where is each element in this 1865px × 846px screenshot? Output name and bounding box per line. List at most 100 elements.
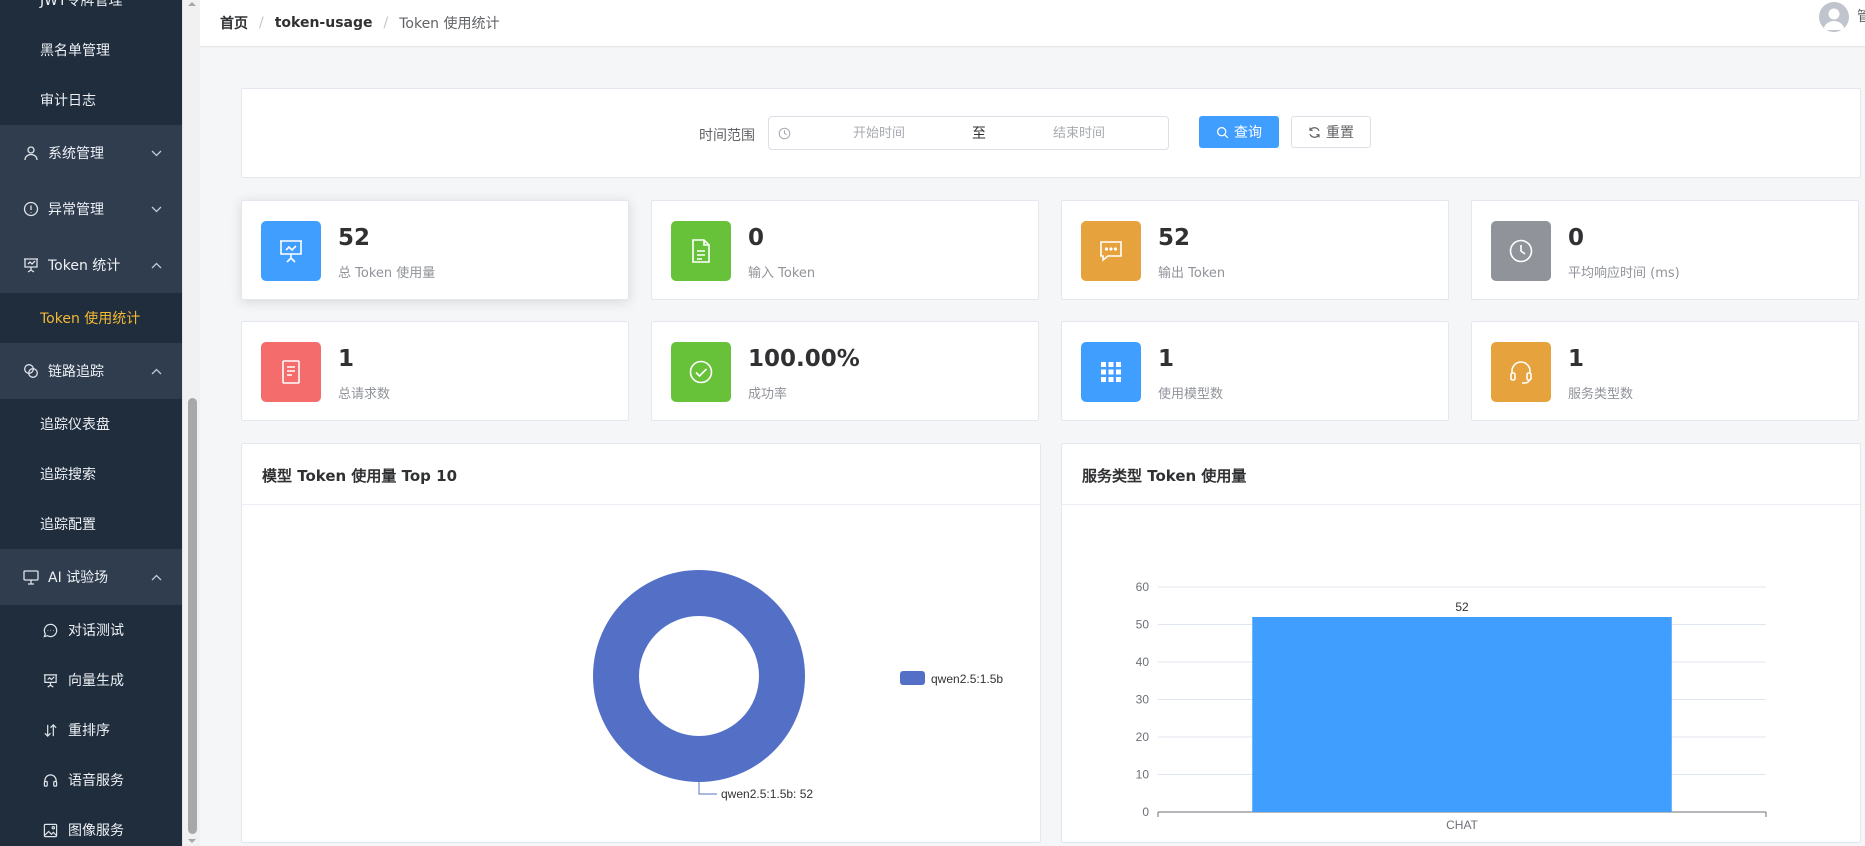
pie-slice (593, 570, 805, 782)
user-name[interactable]: 管 (1857, 6, 1865, 26)
sidebar-item-label: 图像服务 (68, 823, 124, 839)
document-icon (671, 221, 731, 281)
sidebar-scrollbar[interactable] (182, 0, 200, 846)
sidebar-group-label: AI 试验场 (48, 570, 109, 586)
scroll-down-arrow-icon[interactable] (188, 839, 196, 843)
y-tick-label: 50 (1136, 618, 1150, 632)
sidebar-group-label: 链路追踪 (48, 364, 104, 380)
sidebar-item-trace-dashboard[interactable]: 追踪仪表盘 (0, 399, 182, 449)
stat-value: 100.00% (748, 346, 860, 372)
sidebar-item-blacklist[interactable]: 黑名单管理 (0, 25, 182, 75)
headset-icon (1491, 342, 1551, 402)
sort-icon (42, 722, 58, 738)
user-icon (22, 144, 40, 162)
stat-label: 输出 Token (1158, 266, 1226, 281)
sidebar-item-trace-config[interactable]: 追踪配置 (0, 499, 182, 549)
sidebar-item-embedding[interactable]: 向量生成 (0, 655, 182, 705)
sidebar-item-audit-log[interactable]: 审计日志 (0, 75, 182, 125)
start-time-input[interactable] (799, 125, 959, 141)
sidebar-item-token-usage[interactable]: Token 使用统计 (0, 293, 182, 343)
pie-slice-label: qwen2.5:1.5b: 52 (721, 787, 813, 801)
y-tick-label: 60 (1136, 580, 1150, 594)
sidebar-group-label: 系统管理 (48, 146, 104, 162)
chevron-down-icon (150, 147, 162, 159)
stat-value: 52 (1158, 225, 1191, 251)
stat-card-output-tokens: 52 输出 Token (1061, 200, 1449, 300)
sidebar-item-chat-test[interactable]: 对话测试 (0, 605, 182, 655)
stat-value: 1 (1158, 346, 1175, 372)
breadcrumb-home[interactable]: 首页 (220, 13, 248, 33)
stat-value: 1 (1568, 346, 1585, 372)
sidebar-item-label: 追踪仪表盘 (40, 417, 110, 433)
breadcrumb-current: Token 使用统计 (399, 16, 500, 32)
sidebar-item-trace-search[interactable]: 追踪搜索 (0, 449, 182, 499)
stat-value: 52 (338, 225, 371, 251)
sidebar-group-system[interactable]: 系统管理 (0, 125, 182, 181)
sidebar-item-label: 重排序 (68, 723, 110, 739)
sidebar-item-label: 向量生成 (68, 673, 124, 689)
sidebar-item-label: 审计日志 (40, 93, 96, 109)
stat-card-success-rate: 100.00% 成功率 (651, 321, 1039, 421)
stat-card-input-tokens: 0 输入 Token (651, 200, 1039, 300)
sidebar-group-exception[interactable]: 异常管理 (0, 181, 182, 237)
stat-label: 总 Token 使用量 (338, 266, 436, 281)
y-tick-label: 0 (1142, 805, 1149, 819)
sidebar-item-label: 追踪配置 (40, 517, 96, 533)
chart-title: 服务类型 Token 使用量 (1082, 467, 1247, 485)
avatar[interactable] (1819, 2, 1849, 32)
chat-dots-icon (1081, 221, 1141, 281)
service-token-chart-card: 服务类型 Token 使用量 0 10 20 30 40 50 60 52 CHAT (1061, 443, 1861, 843)
main-content: 时间范围 至 查询 重置 52 总 Token 使用量 0 输入 Token 5… (200, 48, 1865, 846)
pie-label-line (698, 782, 717, 795)
clock-icon (1491, 221, 1551, 281)
stat-label: 平均响应时间 (ms) (1568, 266, 1680, 281)
stat-label: 使用模型数 (1158, 387, 1224, 402)
sidebar-group-ai-playground[interactable]: AI 试验场 (0, 549, 182, 605)
chevron-down-icon (150, 203, 162, 215)
y-tick-label: 40 (1136, 655, 1150, 669)
sidebar-item-rerank[interactable]: 重排序 (0, 705, 182, 755)
breadcrumb-token-usage[interactable]: token-usage (275, 15, 373, 31)
chevron-up-icon (150, 365, 162, 377)
sidebar-item-label: 黑名单管理 (40, 43, 110, 59)
sidebar-item-label: JWT令牌管理 (40, 0, 123, 9)
scroll-up-arrow-icon[interactable] (188, 2, 196, 6)
sidebar-item-label: 追踪搜索 (40, 467, 96, 483)
alert-circle-icon (22, 200, 40, 218)
stat-card-total-tokens: 52 总 Token 使用量 (241, 200, 629, 300)
refresh-icon (1309, 126, 1320, 138)
model-token-pie-chart: qwen2.5:1.5b: 52 qwen2.5:1.5b (593, 570, 1003, 801)
sidebar-group-token-stats[interactable]: Token 统计 (0, 237, 182, 293)
headset-icon (42, 772, 58, 788)
chevron-up-icon (150, 259, 162, 271)
date-range-picker[interactable]: 至 (768, 116, 1169, 150)
check-circle-icon (671, 342, 731, 402)
grid-icon (1081, 342, 1141, 402)
scrollbar-thumb[interactable] (188, 398, 197, 834)
stat-card-total-requests: 1 总请求数 (241, 321, 629, 421)
sidebar-group-label: Token 统计 (48, 258, 121, 274)
sidebar-item-image[interactable]: 图像服务 (0, 805, 182, 846)
legend-swatch (900, 671, 925, 685)
search-button[interactable]: 查询 (1199, 116, 1279, 148)
reset-button[interactable]: 重置 (1291, 116, 1371, 148)
end-time-input[interactable] (999, 125, 1159, 141)
stat-label: 成功率 (748, 387, 788, 402)
sidebar-item-jwt-token[interactable]: JWT令牌管理 (0, 0, 182, 25)
clock-icon (769, 127, 799, 140)
image-icon (42, 822, 58, 838)
chat-bubble-icon (42, 622, 58, 638)
sidebar-item-voice[interactable]: 语音服务 (0, 755, 182, 805)
search-icon (1216, 126, 1229, 138)
sidebar-group-label: 异常管理 (48, 202, 104, 218)
monitor-icon (22, 568, 40, 586)
chart-title: 模型 Token 使用量 Top 10 (262, 467, 458, 485)
top-header: 首页 / token-usage / Token 使用统计 管 (200, 0, 1865, 47)
sidebar-group-tracing[interactable]: 链路追踪 (0, 343, 182, 399)
stat-label: 总请求数 (338, 387, 391, 402)
y-tick-label: 10 (1136, 768, 1150, 782)
presentation-icon (42, 672, 58, 688)
presentation-icon (261, 221, 321, 281)
legend-entry: qwen2.5:1.5b (931, 672, 1003, 686)
time-range-label: 时间范围 (699, 128, 755, 144)
